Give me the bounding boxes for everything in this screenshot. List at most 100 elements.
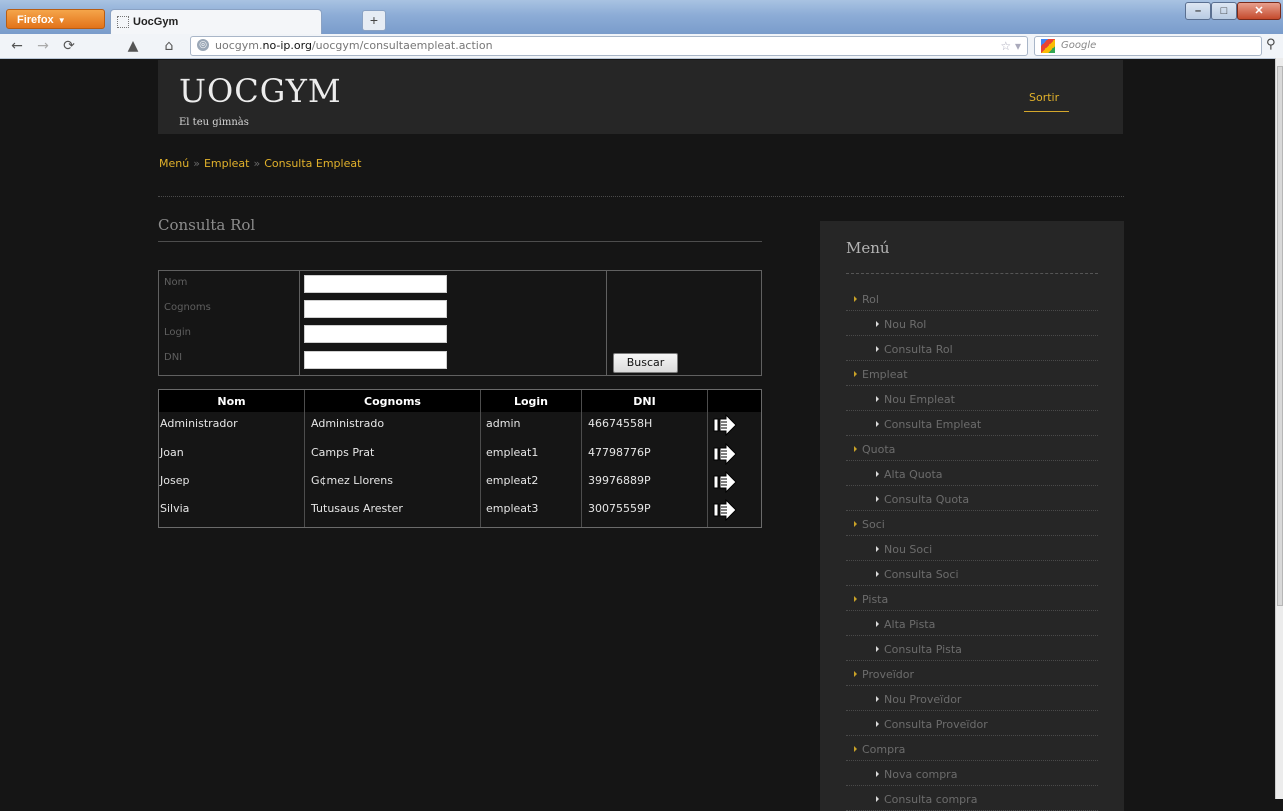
- cell-cognoms: Administrado: [311, 417, 385, 430]
- cell-login: empleat3: [486, 502, 539, 515]
- cell-dni: 47798776P: [588, 446, 651, 459]
- sidebar-item-consulta-compra[interactable]: Consulta compra: [876, 793, 977, 806]
- page: UOCGYM El teu gimnàs Sortir Menú» Empleat…: [0, 59, 1275, 811]
- sidebar-item-proveidor[interactable]: Proveïdor: [854, 668, 914, 681]
- bullet-icon: [876, 421, 879, 427]
- sidebar-item-divider: [846, 610, 1098, 611]
- logout-link[interactable]: Sortir: [1029, 91, 1059, 104]
- favicon-icon: [117, 16, 129, 28]
- dni-field[interactable]: [304, 351, 447, 369]
- cell-cognoms: Camps Prat: [311, 446, 375, 459]
- sidebar-item-nou-rol[interactable]: Nou Rol: [876, 318, 926, 331]
- sidebar-item-label: Nou Soci: [884, 543, 933, 556]
- back-icon[interactable]: ←: [8, 37, 26, 55]
- forward-icon[interactable]: →: [34, 37, 52, 55]
- breadcrumb-menu[interactable]: Menú: [159, 157, 189, 170]
- cell-nom: Joan: [160, 446, 184, 459]
- sidebar-item-empleat[interactable]: Empleat: [854, 368, 908, 381]
- dni-label: DNI: [164, 352, 183, 363]
- page-scrollbar[interactable]: [1275, 58, 1283, 799]
- sidebar-item-nou-proveidor[interactable]: Nou Proveïdor: [876, 693, 961, 706]
- sidebar-item-alta-quota[interactable]: Alta Quota: [876, 468, 943, 481]
- cell-nom: Josep: [160, 474, 190, 487]
- sidebar-item-consulta-quota[interactable]: Consulta Quota: [876, 493, 969, 506]
- sidebar-item-nou-soci[interactable]: Nou Soci: [876, 543, 932, 556]
- breadcrumb-separator: »: [253, 157, 261, 170]
- cell-cognoms: G¢mez Llorens: [311, 474, 393, 487]
- site-header: UOCGYM El teu gimnàs Sortir: [158, 60, 1123, 134]
- nom-field[interactable]: [304, 275, 447, 293]
- google-icon: [1041, 39, 1055, 53]
- sidebar-item-divider: [846, 460, 1098, 461]
- go-arrow-icon[interactable]: [712, 414, 738, 436]
- url-bar[interactable]: ◎ uocgym.no-ip.org/uocgym/consultaemplea…: [190, 36, 1028, 56]
- sidebar-item-compra[interactable]: Compra: [854, 743, 905, 756]
- sidebar-item-consulta-empleat[interactable]: Consulta Empleat: [876, 418, 981, 431]
- column-divider: [480, 390, 481, 527]
- sidebar-item-label: Quota: [862, 443, 896, 456]
- results-table: Nom Cognoms Login DNI Administrador Admi…: [158, 389, 762, 528]
- sidebar-item-label: Compra: [862, 743, 906, 756]
- close-button[interactable]: ✕: [1237, 2, 1281, 20]
- breadcrumb-consulta-empleat[interactable]: Consulta Empleat: [264, 157, 361, 170]
- bullet-icon: [876, 696, 879, 702]
- sidebar-item-nou-empleat[interactable]: Nou Empleat: [876, 393, 955, 406]
- search-button[interactable]: Buscar: [613, 353, 678, 373]
- sidebar-item-label: Consulta Rol: [884, 343, 953, 356]
- breadcrumb-empleat[interactable]: Empleat: [204, 157, 250, 170]
- sidebar-item-soci[interactable]: Soci: [854, 518, 885, 531]
- sidebar-item-consulta-pista[interactable]: Consulta Pista: [876, 643, 962, 656]
- sidebar-item-alta-pista[interactable]: Alta Pista: [876, 618, 935, 631]
- bullet-icon: [854, 596, 857, 602]
- sidebar-item-consulta-rol[interactable]: Consulta Rol: [876, 343, 953, 356]
- browser-tab[interactable]: UocGym: [110, 9, 322, 34]
- chevron-down-icon: ▼: [57, 16, 66, 25]
- sidebar-title: Menú: [846, 239, 890, 257]
- column-divider: [304, 390, 305, 527]
- go-arrow-icon[interactable]: [712, 471, 738, 493]
- sidebar-item-quota[interactable]: Quota: [854, 443, 895, 456]
- browser-titlebar: Firefox ▼ UocGym + – □ ✕: [0, 0, 1283, 34]
- sidebar-item-pista[interactable]: Pista: [854, 593, 888, 606]
- bullet-icon: [876, 571, 879, 577]
- star-icon[interactable]: ☆ ▾: [1000, 37, 1021, 55]
- bullet-icon: [854, 446, 857, 452]
- cognoms-field[interactable]: [304, 300, 447, 318]
- sidebar-item-divider: [846, 335, 1098, 336]
- page-title: Consulta Rol: [158, 216, 256, 234]
- new-tab-button[interactable]: +: [362, 10, 386, 31]
- sidebar-item-divider: [846, 785, 1098, 786]
- firefox-menu-label: Firefox: [17, 14, 54, 26]
- column-divider: [581, 390, 582, 527]
- bullet-icon: [876, 321, 879, 327]
- sidebar-item-label: Consulta Quota: [884, 493, 970, 506]
- sidebar-item-divider: [846, 560, 1098, 561]
- sidebar-item-divider: [846, 635, 1098, 636]
- maximize-button[interactable]: □: [1211, 2, 1237, 20]
- bookmark-bird-icon[interactable]: ▲: [124, 37, 142, 55]
- login-label: Login: [164, 327, 191, 338]
- login-field[interactable]: [304, 325, 447, 343]
- sidebar-item-consulta-soci[interactable]: Consulta Soci: [876, 568, 959, 581]
- sidebar-item-label: Soci: [862, 518, 885, 531]
- bullet-icon: [876, 496, 879, 502]
- firefox-menu-button[interactable]: Firefox ▼: [6, 9, 105, 29]
- go-arrow-icon[interactable]: [712, 499, 738, 521]
- sidebar-item-nova-compra[interactable]: Nova compra: [876, 768, 957, 781]
- scrollbar-thumb[interactable]: [1277, 66, 1283, 606]
- reload-icon[interactable]: ⟳: [60, 37, 78, 55]
- sidebar-item-divider: [846, 410, 1098, 411]
- search-input[interactable]: Google: [1034, 36, 1262, 56]
- sidebar-item-consulta-proveidor[interactable]: Consulta Proveïdor: [876, 718, 988, 731]
- search-icon[interactable]: ⚲: [1266, 37, 1276, 52]
- sidebar-item-divider: [846, 710, 1098, 711]
- sidebar-item-label: Consulta Pista: [884, 643, 962, 656]
- go-arrow-icon[interactable]: [712, 443, 738, 465]
- sidebar-item-rol[interactable]: Rol: [854, 293, 879, 306]
- minimize-button[interactable]: –: [1185, 2, 1211, 20]
- home-icon[interactable]: ⌂: [160, 37, 178, 55]
- sidebar-item-label: Proveïdor: [862, 668, 915, 681]
- site-logo[interactable]: UOCGYM: [179, 72, 342, 110]
- sidebar-title-rule: [846, 273, 1098, 274]
- bullet-icon: [854, 296, 857, 302]
